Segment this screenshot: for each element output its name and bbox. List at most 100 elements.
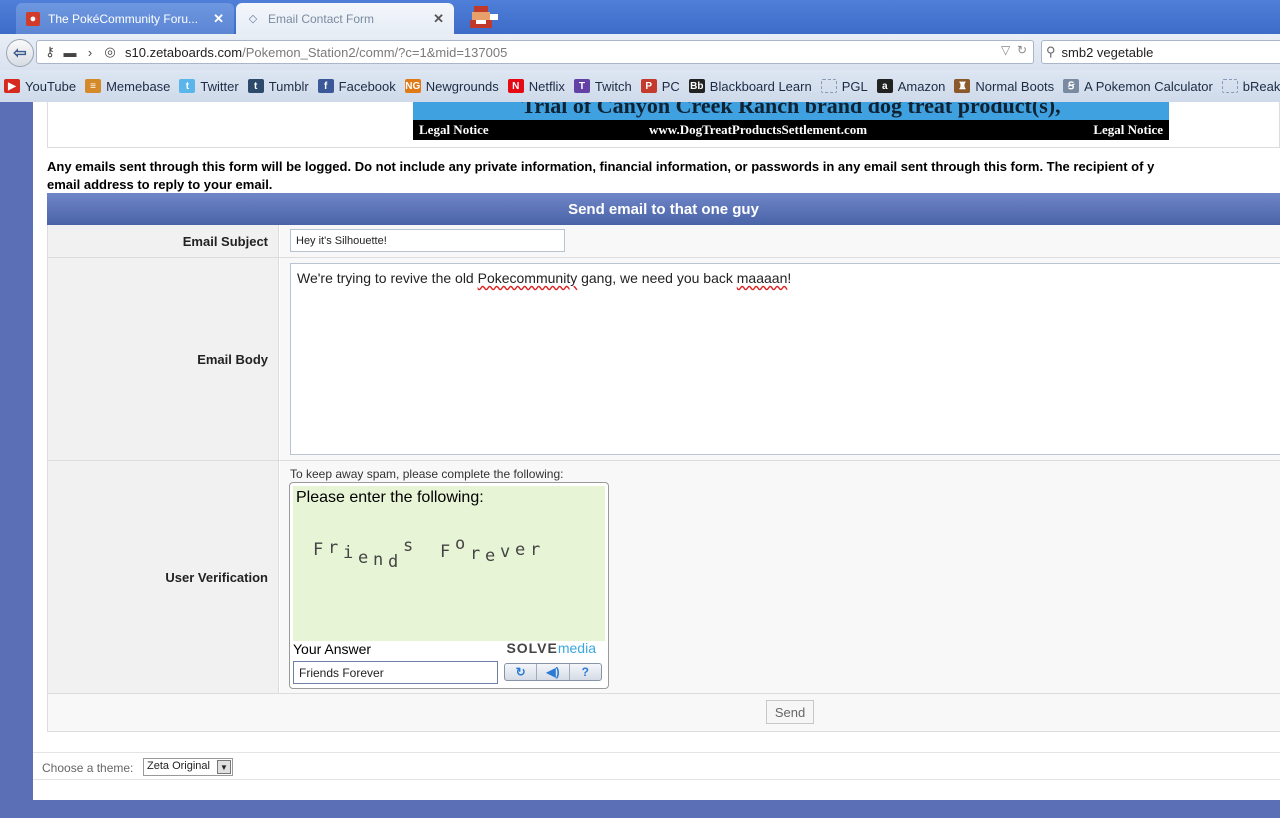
bookmark-label: PC (661, 78, 680, 94)
bookmark-item[interactable]: Ꞩ A Pokemon Calculator (1063, 79, 1213, 94)
bookmark-item[interactable]: f Facebook (317, 78, 396, 94)
subject-row: Email Subject Hey it's Silhouette! (47, 225, 1280, 258)
notice-line-2: email address to reply to your email. (47, 177, 273, 192)
bookmark-item[interactable]: T Twitch (573, 78, 632, 94)
amazon-icon: a (876, 79, 893, 93)
bookmark-item[interactable]: ♜ Normal Boots (954, 79, 1054, 94)
ad-banner[interactable]: Trial of Canyon Creek Ranch brand dog tr… (413, 102, 1169, 140)
close-icon[interactable]: ✕ (433, 11, 444, 27)
bookmark-label: Memebase (106, 78, 171, 94)
bookmark-label: Twitch (594, 78, 632, 94)
bookmark-item[interactable]: PGL (820, 78, 868, 94)
verification-label: User Verification (48, 461, 279, 693)
verification-row: User Verification To keep away spam, ple… (47, 461, 1280, 694)
captcha-widget: Please enter the following: FriendsForev… (289, 482, 609, 689)
blackboard-icon: Bb (688, 79, 705, 93)
ad-container: Trial of Canyon Creek Ranch brand dog tr… (47, 102, 1280, 148)
captcha-letter: s (403, 536, 414, 556)
dropdown-icon[interactable]: ▽ (1001, 43, 1010, 57)
search-bar[interactable]: ⚲ smb2 vegetable (1041, 40, 1280, 64)
captcha-letter: o (455, 534, 466, 554)
banner-headline: Trial of Canyon Creek Ranch brand dog tr… (413, 102, 1169, 120)
bookmark-item[interactable]: Bb Blackboard Learn (688, 78, 812, 94)
bookmark-label: PGL (841, 78, 868, 94)
media-logo-text: media (557, 640, 596, 656)
url-host: s10.zetaboards.com (125, 44, 243, 60)
audio-icon[interactable]: ◀) (537, 664, 570, 680)
key-icon: ⚷ (45, 44, 55, 59)
breakmyteam-icon (1221, 79, 1238, 93)
bookmark-item[interactable]: N Netflix (507, 78, 565, 94)
captcha-letter: n (373, 550, 384, 570)
chevron-down-icon[interactable]: ▼ (217, 760, 231, 774)
bookmark-item[interactable]: t Tumblr (247, 78, 309, 94)
captcha-letter: e (358, 548, 369, 568)
email-body-textarea[interactable]: We're trying to revive the old Pokecommu… (290, 263, 1280, 455)
bookmark-label: Tumblr (268, 78, 309, 94)
twitter-icon: t (179, 79, 196, 93)
captcha-distorted-text: FriendsForever (293, 534, 605, 574)
body-text: We're trying to revive the old (297, 270, 478, 286)
captcha-letter: v (500, 542, 511, 562)
folder-icon: ▬ (63, 44, 77, 60)
captcha-letter: d (388, 552, 399, 572)
facebook-icon: f (317, 79, 334, 93)
captcha-letter: F (440, 542, 451, 562)
email-subject-input[interactable]: Hey it's Silhouette! (290, 229, 565, 252)
url-path: /Pokemon_Station2/comm/?c=1&mid=137005 (242, 44, 508, 60)
bookmark-item[interactable]: ▶ YouTube (4, 79, 76, 94)
forward-icon[interactable]: › (81, 43, 99, 61)
verification-field-cell: To keep away spam, please complete the f… (280, 461, 1280, 693)
captcha-letter: r (530, 540, 541, 560)
close-icon[interactable]: ✕ (213, 11, 224, 27)
form-title: Send email to that one guy (47, 193, 1280, 225)
your-answer-label: Your Answer (293, 641, 372, 657)
captcha-letter: r (470, 544, 481, 564)
captcha-answer-input[interactable]: Friends Forever (293, 661, 498, 684)
help-icon[interactable]: ? (570, 664, 601, 680)
bookmark-item[interactable]: ≡ Memebase (85, 79, 170, 94)
tab-email-contact-form[interactable]: ◇ Email Contact Form ✕ (236, 3, 454, 34)
bookmark-label: Facebook (338, 78, 396, 94)
browser-tab-bar: ● The PokéCommunity Foru... ✕ ◇ Email Co… (0, 0, 1280, 34)
bookmark-item[interactable]: P PC (640, 78, 680, 94)
netflix-icon: N (507, 79, 524, 93)
reload-icon[interactable]: ↻ (1017, 43, 1027, 57)
bookmark-item[interactable]: bReakMyTeam (1221, 79, 1280, 94)
body-label: Email Body (48, 258, 279, 460)
body-text-misspelled: maaaan (736, 270, 788, 286)
globe-icon: ◎ (104, 44, 116, 59)
captcha-letter: e (485, 546, 496, 566)
mario-sprite-icon (470, 6, 498, 28)
solve-media-logo: SOLVEmedia (506, 640, 596, 656)
bookmark-item[interactable]: a Amazon (876, 78, 946, 94)
bookmark-label: Blackboard Learn (709, 78, 812, 94)
notice-line-1: Any emails sent through this form will b… (47, 159, 1155, 174)
captcha-letter: i (343, 543, 354, 563)
theme-select-value: Zeta Original (147, 760, 210, 772)
bookmark-item[interactable]: t Twitter (179, 79, 239, 94)
back-button[interactable]: ⇦ (6, 39, 34, 67)
refresh-icon[interactable]: ↻ (505, 664, 538, 680)
calculator-icon: Ꞩ (1063, 79, 1080, 93)
bookmark-label: YouTube (25, 78, 77, 94)
solve-logo-text: SOLVE (506, 640, 558, 656)
address-bar[interactable]: ⚷ ▬ › ◎ s10.zetaboards.com/Pokemon_Stati… (36, 40, 1034, 64)
tab-pokecommunity[interactable]: ● The PokéCommunity Foru... ✕ (16, 3, 234, 34)
subject-field-cell: Hey it's Silhouette! (280, 225, 1280, 257)
subject-label: Email Subject (48, 225, 279, 257)
body-field-cell: We're trying to revive the old Pokecommu… (280, 258, 1280, 460)
url-text: s10.zetaboards.com/Pokemon_Station2/comm… (125, 45, 507, 60)
theme-select[interactable]: Zeta Original ▼ (143, 758, 233, 776)
send-button[interactable]: Send (766, 700, 814, 724)
bookmark-label: Newgrounds (425, 78, 499, 94)
captcha-letter: r (328, 538, 339, 558)
normal-boots-icon: ♜ (954, 79, 971, 93)
bookmark-label: A Pokemon Calculator (1084, 78, 1213, 94)
bookmark-label: Amazon (897, 78, 946, 94)
zetaboards-icon: ◇ (248, 13, 258, 25)
body-row: Email Body We're trying to revive the ol… (47, 258, 1280, 461)
bookmark-item[interactable]: NG Newgrounds (404, 78, 499, 94)
bookmark-label: Netflix (528, 78, 565, 94)
bookmark-label: Normal Boots (975, 78, 1055, 94)
